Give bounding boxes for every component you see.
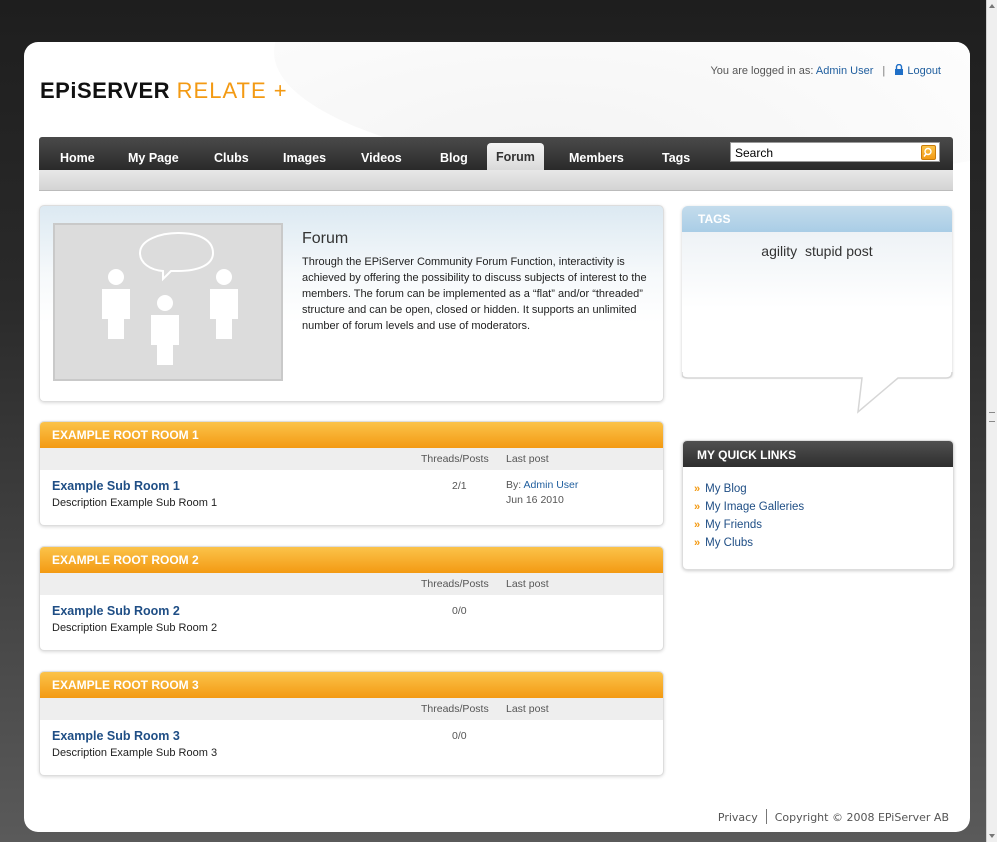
quick-link-label: My Blog [705, 483, 747, 495]
quick-link-label: My Friends [705, 519, 762, 531]
quick-link-item[interactable]: » My Clubs [683, 534, 953, 552]
room-header[interactable]: EXAMPLE ROOT ROOM 2 [40, 547, 663, 573]
last-post-header: Last post [506, 453, 549, 465]
tag-item[interactable]: agility [761, 243, 797, 259]
tag-cloud: agility stupid post [682, 243, 952, 259]
footer: Privacy Copyright © 2008 EPiServer AB [718, 809, 949, 824]
threads-posts-header: Threads/Posts [421, 453, 489, 465]
logo-sub: RELATE + [176, 78, 288, 103]
last-post-date: Jun 16 2010 [506, 494, 564, 506]
scroll-grip-icon[interactable] [989, 412, 995, 422]
logged-in-label: You are logged in as: [710, 65, 814, 77]
forum-room: EXAMPLE ROOT ROOM 1 Threads/Posts Last p… [39, 421, 664, 526]
quick-links-panel: MY QUICK LINKS » My Blog » My Image Galler… [682, 440, 954, 570]
double-chevron-icon: » [694, 501, 701, 513]
sub-room-link[interactable]: Example Sub Room 2 [52, 604, 180, 618]
forum-description: Through the EPiServer Community Forum Fu… [302, 256, 647, 332]
sub-room-row: Example Sub Room 2 Description Example S… [40, 595, 663, 649]
last-post-header: Last post [506, 578, 549, 590]
quick-link-item[interactable]: » My Friends [683, 516, 953, 534]
page-container: EPiSERVER RELATE + You are logged in as:… [24, 42, 970, 832]
quick-links-list: » My Blog » My Image Galleries » My Friends… [683, 467, 953, 552]
search-icon [923, 147, 932, 157]
tags-panel: TAGS agility stupid post [682, 206, 952, 376]
privacy-link[interactable]: Privacy [718, 811, 758, 824]
last-post-user-link[interactable]: Admin User [524, 479, 579, 491]
tag-item[interactable]: stupid post [805, 243, 873, 259]
room-header[interactable]: EXAMPLE ROOT ROOM 3 [40, 672, 663, 698]
tags-header: TAGS [682, 206, 952, 232]
quick-link-label: My Clubs [705, 537, 754, 549]
search-button[interactable] [921, 145, 936, 160]
copyright-text: Copyright © 2008 EPiServer AB [774, 811, 949, 824]
scroll-down-icon[interactable] [989, 834, 995, 838]
quick-links-header: MY QUICK LINKS [683, 441, 953, 467]
nav-blog[interactable]: Blog [440, 145, 468, 170]
nav-images[interactable]: Images [283, 145, 326, 170]
last-post-by-label: By: [506, 479, 522, 491]
login-separator: | [882, 65, 886, 77]
sub-room-row: Example Sub Room 1 Description Example S… [40, 470, 663, 524]
double-chevron-icon: » [694, 483, 701, 495]
double-chevron-icon: » [694, 519, 701, 531]
quick-link-item[interactable]: » My Image Galleries [683, 498, 953, 516]
threads-posts-header: Threads/Posts [421, 703, 489, 715]
sub-navigation-bar [39, 170, 953, 191]
nav-home[interactable]: Home [60, 145, 95, 170]
nav-members[interactable]: Members [569, 145, 624, 170]
forum-title: Forum [302, 230, 349, 247]
threads-posts-header: Threads/Posts [421, 578, 489, 590]
forum-intro: Forum Through the EPiServer Community Fo… [39, 205, 664, 402]
nav-forum[interactable]: Forum [487, 143, 544, 170]
speech-bubble-tail [682, 372, 953, 414]
logo-main: EPiSERVER [40, 78, 171, 103]
site-logo[interactable]: EPiSERVER RELATE + [40, 78, 288, 104]
room-column-headers: Threads/Posts Last post [40, 448, 663, 470]
sub-room-link[interactable]: Example Sub Room 1 [52, 479, 180, 493]
nav-videos[interactable]: Videos [361, 145, 402, 170]
scroll-up-icon[interactable] [989, 4, 995, 8]
sub-room-description: Description Example Sub Room 2 [52, 622, 218, 634]
vertical-scrollbar[interactable] [986, 0, 997, 842]
nav-my-page[interactable]: My Page [128, 145, 179, 170]
double-chevron-icon: » [694, 537, 701, 549]
footer-separator [765, 809, 767, 824]
last-post-author: By: Admin User [506, 479, 578, 491]
threads-posts-value: 0/0 [452, 605, 467, 617]
quick-link-label: My Image Galleries [705, 501, 805, 513]
sub-room-row: Example Sub Room 3 Description Example S… [40, 720, 663, 774]
forum-illustration [53, 223, 283, 381]
forum-room: EXAMPLE ROOT ROOM 2 Threads/Posts Last p… [39, 546, 664, 651]
search-input[interactable]: Search [730, 142, 940, 162]
logout-link[interactable]: Logout [907, 65, 941, 77]
room-column-headers: Threads/Posts Last post [40, 573, 663, 595]
forum-room: EXAMPLE ROOT ROOM 3 Threads/Posts Last p… [39, 671, 664, 776]
nav-tags[interactable]: Tags [662, 145, 690, 170]
room-column-headers: Threads/Posts Last post [40, 698, 663, 720]
room-header[interactable]: EXAMPLE ROOT ROOM 1 [40, 422, 663, 448]
nav-clubs[interactable]: Clubs [214, 145, 249, 170]
sub-room-description: Description Example Sub Room 3 [52, 747, 218, 759]
lock-icon[interactable] [894, 64, 904, 75]
user-link[interactable]: Admin User [816, 65, 873, 77]
login-status: You are logged in as: Admin User | Logou… [710, 64, 941, 77]
threads-posts-value: 2/1 [452, 480, 467, 492]
quick-link-item[interactable]: » My Blog [683, 480, 953, 498]
people-chat-icon [102, 231, 238, 365]
threads-posts-value: 0/0 [452, 730, 467, 742]
sub-room-description: Description Example Sub Room 1 [52, 497, 218, 509]
sub-room-link[interactable]: Example Sub Room 3 [52, 729, 180, 743]
last-post-header: Last post [506, 703, 549, 715]
